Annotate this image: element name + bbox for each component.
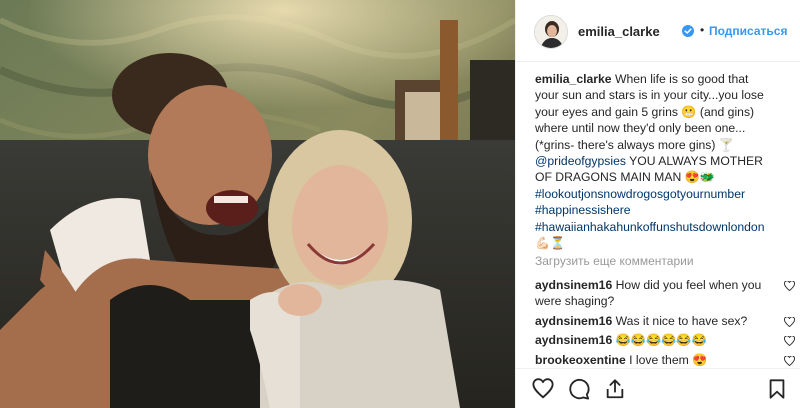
comment-username[interactable]: aydnsinem16: [535, 333, 612, 347]
comment-item: aydnsinem16 Was it nice to have sex?: [535, 313, 797, 329]
mention-link[interactable]: @prideofgypsies: [535, 154, 626, 168]
caption-text: (*grins- there's always more gins) 🍸: [535, 137, 735, 152]
comment-item: aydnsinem16 😂😂😂😂😂😂: [535, 332, 797, 348]
caption-text: your sun and stars is in your city...you…: [535, 88, 764, 103]
caption-text: your eyes and gain 5 grins 😬 (and gins): [535, 104, 755, 119]
post-caption: emilia_clarke When life is so good that …: [535, 71, 793, 251]
comment-item: brookeoxentine I love them 😍: [535, 352, 797, 368]
heart-outline-icon[interactable]: [532, 378, 554, 400]
hashtag-link[interactable]: #happinessishere: [535, 202, 793, 218]
hashtag-link[interactable]: #lookoutjonsnowdrogosgotyournumber: [535, 186, 793, 202]
caption-line-1: emilia_clarke When life is so good that: [535, 71, 793, 87]
comments-list: aydnsinem16 How did you feel when you we…: [535, 277, 797, 371]
separator-dot: •: [700, 23, 705, 37]
avatar[interactable]: [534, 15, 568, 49]
heart-outline-icon[interactable]: [784, 281, 795, 291]
avatar-image: [535, 16, 567, 48]
action-bar: [516, 368, 800, 408]
comment-username[interactable]: aydnsinem16: [535, 278, 612, 292]
post-photo[interactable]: [0, 0, 515, 408]
comment-text: 😂😂😂😂😂😂: [615, 333, 707, 348]
header-username[interactable]: emilia_clarke: [578, 24, 660, 39]
heart-outline-icon[interactable]: [784, 316, 795, 327]
comment-item: aydnsinem16 How did you feel when you we…: [535, 277, 797, 310]
heart-outline-icon[interactable]: [784, 355, 795, 366]
bookmark-icon[interactable]: [766, 378, 788, 400]
photo-illustration: [0, 0, 515, 408]
caption-mention-line: @prideofgypsies YOU ALWAYS MOTHER: [535, 153, 793, 169]
caption-text: When life is so good that: [614, 72, 749, 86]
caption-text: where until now they'd only been one...: [535, 121, 746, 136]
verified-badge-icon: [682, 25, 694, 37]
comment-text: I love them 😍: [629, 352, 708, 367]
post-header: emilia_clarke • Подписаться: [516, 0, 800, 62]
share-icon[interactable]: [604, 378, 626, 400]
post-sidebar: emilia_clarke • Подписаться emilia_clark…: [515, 0, 800, 408]
comment-icon[interactable]: [568, 378, 590, 400]
comment-text: Was it nice to have sex?: [615, 313, 748, 328]
comment-username[interactable]: aydnsinem16: [535, 314, 612, 328]
heart-outline-icon[interactable]: [784, 336, 795, 347]
load-more-comments-button[interactable]: Загрузить еще комментарии: [535, 254, 694, 268]
caption-text: OF DRAGONS MAIN MAN 😍🐲: [535, 170, 715, 185]
follow-button[interactable]: Подписаться: [709, 24, 787, 38]
comment-username[interactable]: brookeoxentine: [535, 353, 626, 367]
caption-username[interactable]: emilia_clarke: [535, 72, 612, 86]
caption-text: YOU ALWAYS MOTHER: [625, 154, 763, 169]
instagram-post: emilia_clarke • Подписаться emilia_clark…: [0, 0, 800, 408]
hashtag-link[interactable]: #hawaiianhakahunkoffunshutsdownlondon: [535, 219, 793, 235]
caption-emoji: 💪🏻⏳: [535, 236, 566, 251]
